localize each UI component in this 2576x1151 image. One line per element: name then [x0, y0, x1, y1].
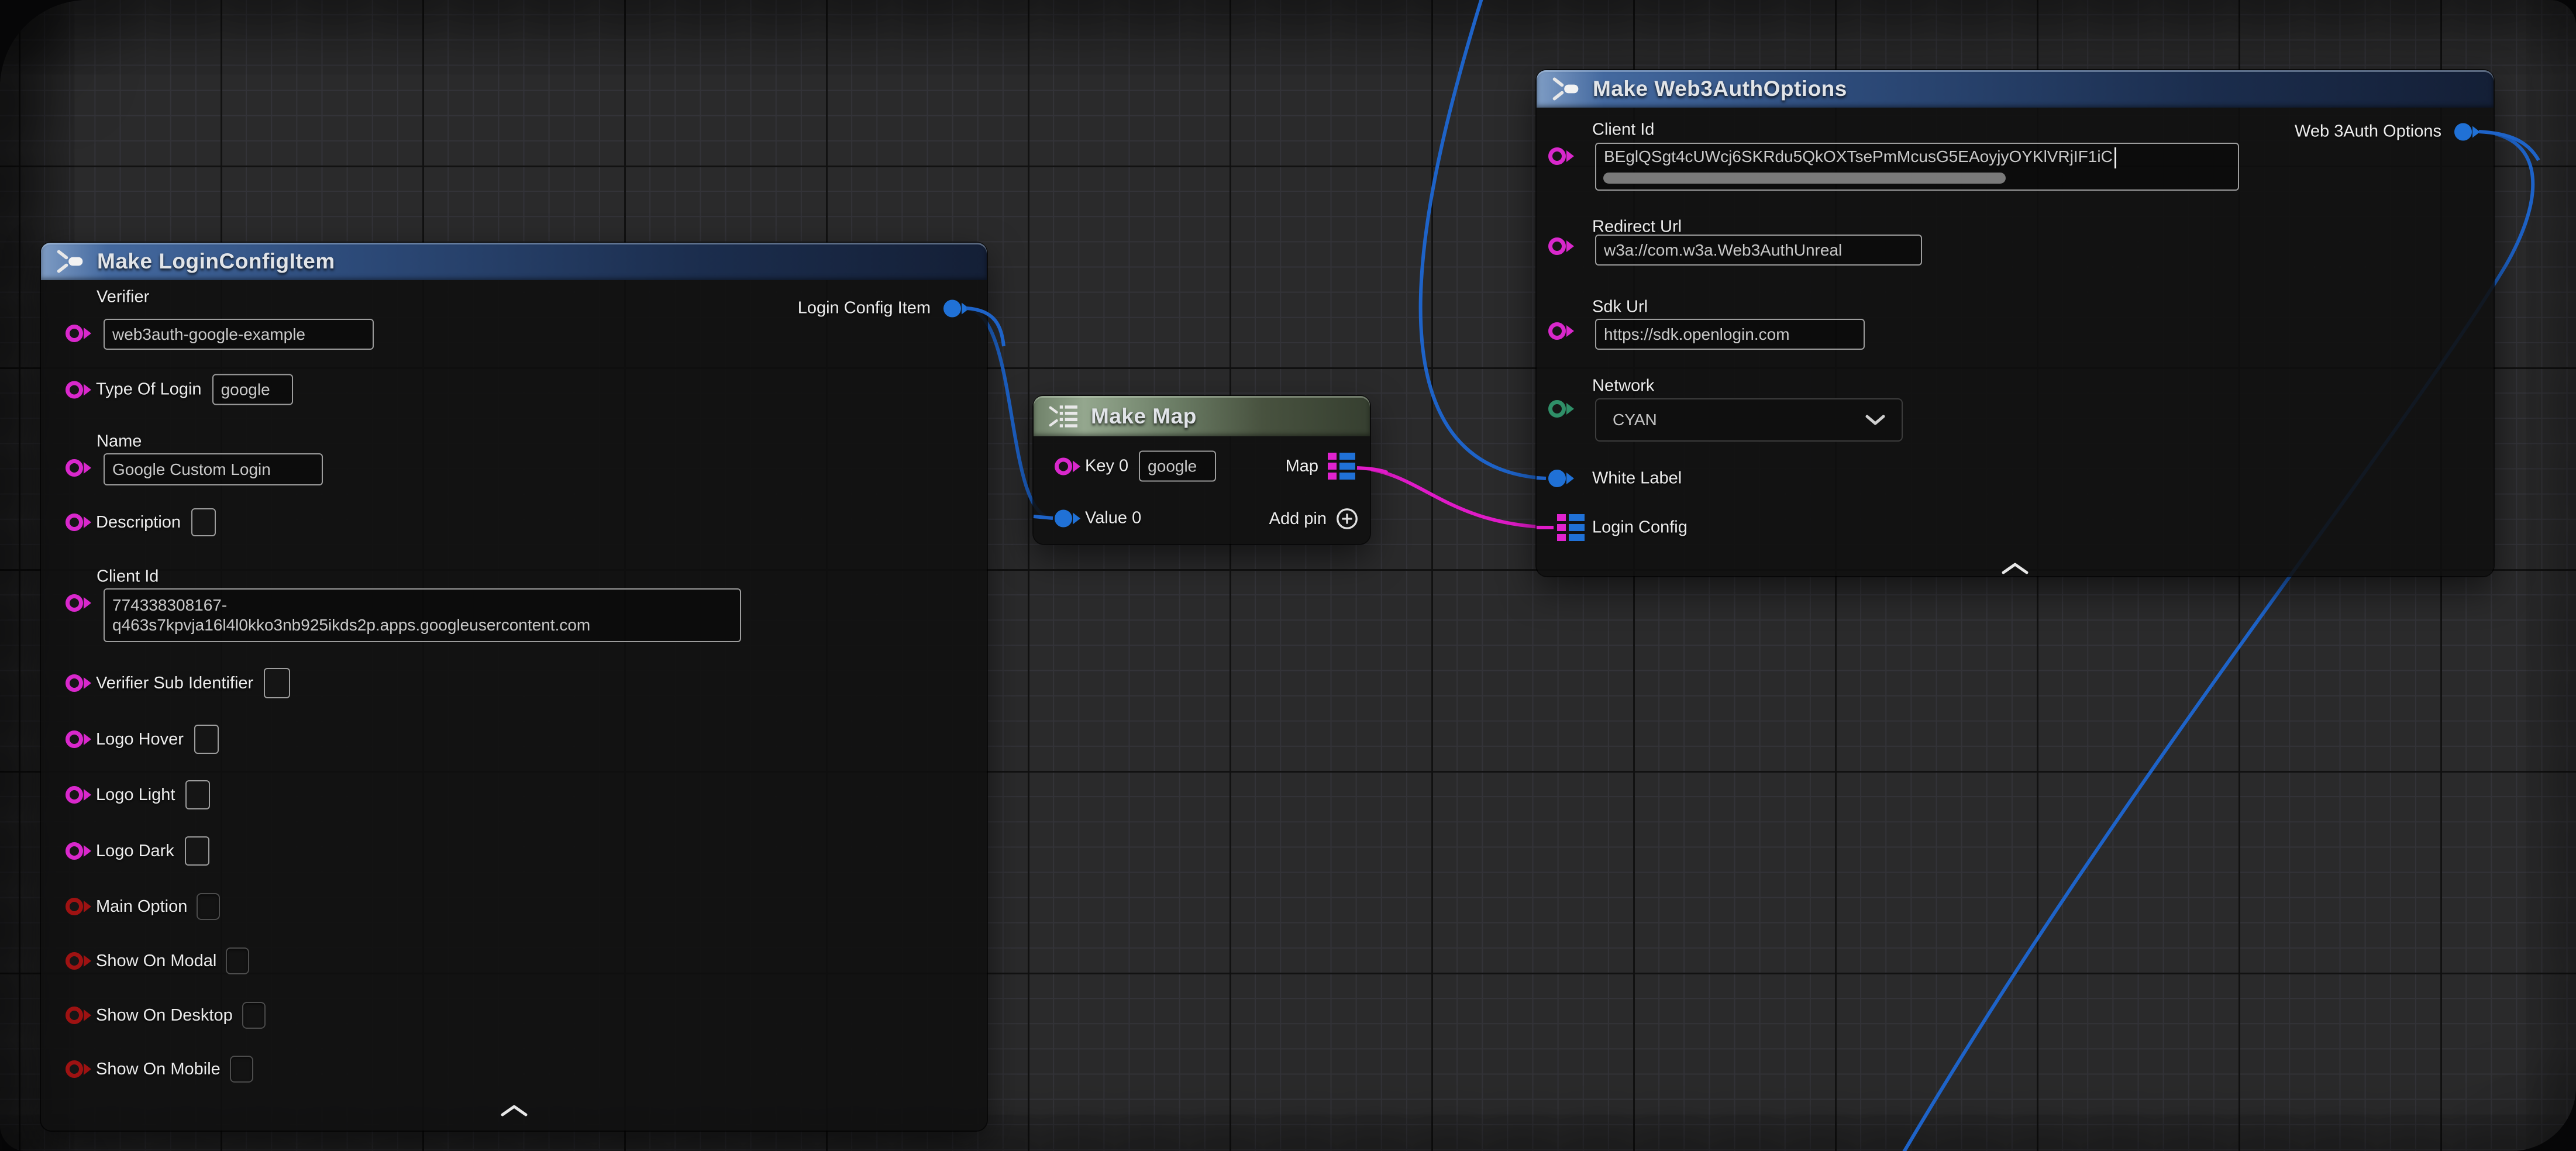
sdk-url-input[interactable]: https://sdk.openlogin.com — [1595, 319, 1865, 350]
description-input[interactable] — [191, 508, 216, 536]
input-pin-client-id[interactable] — [66, 594, 83, 612]
text-cursor — [2114, 147, 2116, 168]
make-container-icon — [1048, 402, 1079, 430]
output-pin-map[interactable] — [1328, 453, 1355, 480]
pin-label-client-id: Client Id — [97, 567, 159, 587]
node-header[interactable]: Make LoginConfigItem — [41, 243, 987, 280]
pin-row-value0: Value 0 — [1055, 509, 1141, 528]
pin-row-map-output: Map — [1286, 453, 1355, 480]
input-pin-main-option[interactable] — [66, 898, 83, 915]
node-title: Make Web3AuthOptions — [1593, 77, 1847, 101]
show-on-mobile-checkbox[interactable] — [230, 1056, 253, 1083]
client-id-input[interactable]: BEglQSgt4cUWcj6SKRdu5QkOXTsePmMcusG5EAoy… — [1595, 143, 2239, 191]
pin-row-type-of-login: Type Of Login google — [66, 374, 293, 405]
field-horizontal-scrollbar[interactable] — [1603, 173, 2006, 184]
node-make-loginconfigitem[interactable]: Make LoginConfigItem Login Config Item V… — [41, 243, 987, 1131]
make-struct-icon — [1551, 74, 1581, 104]
pin-row-show-on-desktop: Show On Desktop — [66, 1002, 266, 1029]
chevron-up-icon — [2001, 563, 2029, 574]
verifier-sub-identifier-input[interactable] — [264, 668, 290, 698]
add-pin-button[interactable]: Add pin — [1269, 506, 1359, 531]
pin-row-login-config-item-output: Login Config Item — [798, 299, 961, 318]
node-title: Make Map — [1091, 404, 1197, 429]
logo-light-input[interactable] — [185, 780, 210, 809]
client-id-input[interactable]: 774338308167- q463s7kpvja16l4l0kko3nb925… — [104, 588, 741, 642]
collapse-node-button[interactable] — [2001, 563, 2029, 574]
input-pin-sdk-url[interactable] — [1548, 322, 1566, 340]
pin-label-name: Name — [97, 432, 142, 452]
input-pin-client-id[interactable] — [1548, 147, 1566, 165]
node-make-map[interactable]: Make Map Key 0 google Map Value 0 Add pi… — [1034, 396, 1370, 544]
pin-label-sdk-url: Sdk Url — [1592, 298, 1648, 317]
pin-row-show-on-mobile: Show On Mobile — [66, 1056, 253, 1083]
node-header[interactable]: Make Web3AuthOptions — [1537, 70, 2494, 108]
network-dropdown[interactable]: CYAN — [1595, 398, 1903, 442]
collapse-node-button[interactable] — [500, 1105, 528, 1116]
input-pin-verifier[interactable] — [66, 325, 83, 342]
pin-row-web3auth-options-output: Web 3Auth Options — [2295, 122, 2472, 142]
output-pin-login-config-item[interactable] — [943, 299, 961, 317]
input-pin-white-label[interactable] — [1548, 470, 1566, 487]
verifier-input[interactable]: web3auth-google-example — [104, 319, 374, 350]
input-pin-key0[interactable] — [1055, 457, 1072, 475]
pin-row-main-option: Main Option — [66, 893, 220, 920]
redirect-url-input[interactable]: w3a://com.w3a.Web3AuthUnreal — [1595, 235, 1922, 266]
type-of-login-input[interactable]: google — [212, 374, 293, 405]
pin-label-login-config: Login Config — [1592, 518, 1688, 537]
chevron-up-icon — [500, 1105, 528, 1116]
chevron-down-icon — [1865, 414, 1885, 426]
pin-label-redirect-url: Redirect Url — [1592, 218, 1682, 237]
blueprint-graph-canvas[interactable]: Make LoginConfigItem Login Config Item V… — [0, 0, 2576, 1151]
pin-row-logo-dark: Logo Dark — [66, 836, 209, 866]
key0-input[interactable]: google — [1139, 451, 1216, 482]
pin-label-client-id: Client Id — [1592, 120, 1654, 140]
pin-row-logo-light: Logo Light — [66, 780, 210, 809]
node-make-web3authoptions[interactable]: Make Web3AuthOptions Web 3Auth Options C… — [1537, 70, 2494, 576]
show-on-desktop-checkbox[interactable] — [242, 1002, 266, 1029]
pin-label-verifier: Verifier — [97, 288, 149, 307]
input-pin-logo-light[interactable] — [66, 786, 83, 804]
output-pin-web3auth-options[interactable] — [2454, 123, 2472, 140]
node-title: Make LoginConfigItem — [97, 249, 335, 274]
add-pin-plus-icon[interactable] — [1335, 506, 1359, 531]
input-pin-show-on-desktop[interactable] — [66, 1007, 83, 1024]
input-pin-redirect-url[interactable] — [1548, 237, 1566, 255]
input-pin-logo-dark[interactable] — [66, 842, 83, 860]
name-input[interactable]: Google Custom Login — [104, 453, 323, 485]
input-pin-login-config[interactable] — [1557, 514, 1585, 541]
show-on-modal-checkbox[interactable] — [226, 947, 249, 974]
pin-row-key0: Key 0 google — [1055, 451, 1216, 482]
pin-row-show-on-modal: Show On Modal — [66, 947, 249, 974]
pin-label-network: Network — [1592, 377, 1654, 396]
logo-hover-input[interactable] — [194, 725, 219, 754]
input-pin-description[interactable] — [66, 514, 83, 531]
logo-dark-input[interactable] — [185, 836, 209, 866]
pin-row-verifier-sub-identifier: Verifier Sub Identifier — [66, 668, 290, 698]
pin-label-white-label: White Label — [1592, 469, 1682, 488]
make-struct-icon — [55, 246, 85, 277]
pin-label: Login Config Item — [798, 299, 931, 318]
node-header[interactable]: Make Map — [1034, 396, 1370, 436]
input-pin-show-on-modal[interactable] — [66, 952, 83, 970]
input-pin-name[interactable] — [66, 459, 83, 477]
input-pin-show-on-mobile[interactable] — [66, 1060, 83, 1078]
input-pin-verifier-sub-identifier[interactable] — [66, 674, 83, 692]
input-pin-value0[interactable] — [1055, 509, 1072, 527]
main-option-checkbox[interactable] — [197, 893, 220, 920]
input-pin-network[interactable] — [1548, 400, 1566, 418]
input-pin-type-of-login[interactable] — [66, 381, 83, 398]
pin-row-description: Description — [66, 508, 216, 536]
input-pin-logo-hover[interactable] — [66, 730, 83, 748]
pin-row-logo-hover: Logo Hover — [66, 725, 219, 754]
wire-offscreen-to-whitelabel[interactable] — [1421, 0, 1546, 478]
